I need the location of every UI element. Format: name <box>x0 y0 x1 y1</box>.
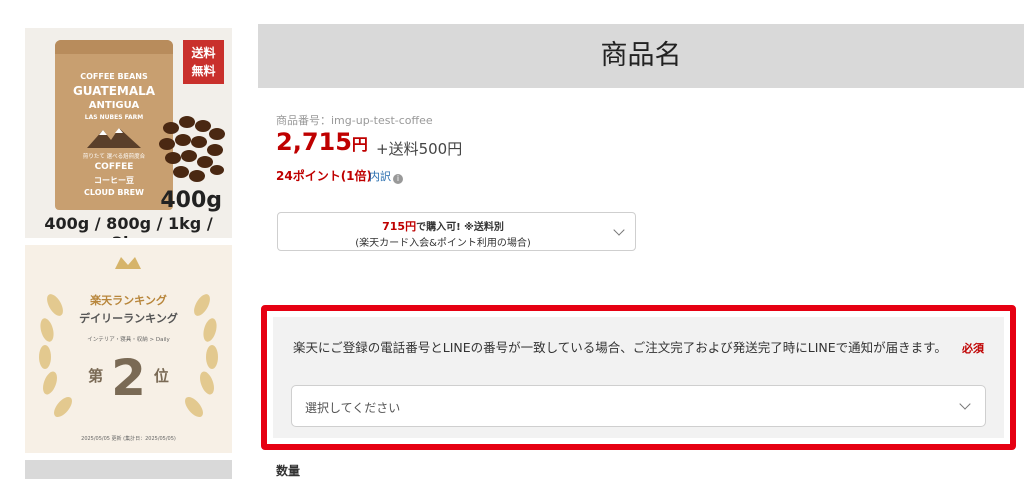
quantity-label: 数量 <box>276 464 301 478</box>
bag-label-line5: 煎りたて 選べる焙煎度合 <box>82 154 146 160</box>
ranking-title: 楽天ランキング <box>90 294 167 307</box>
line-notification-select[interactable]: 選択してください <box>291 385 986 427</box>
line-notification-question: 楽天にご登録の電話番号とLINEの番号が一致している場合、ご注文完了および発送完… <box>293 340 947 355</box>
option-panel: 楽天にご登録の電話番号とLINEの番号が一致している場合、ご注文完了および発送完… <box>273 317 1004 438</box>
price-unit: 円 <box>351 135 368 154</box>
bag-label-line6: COFFEE <box>94 162 134 172</box>
thumbnail-ranking[interactable]: 楽天ランキング デイリーランキング インテリア・寝具・収納 > Daily 第2… <box>25 245 232 453</box>
bag-label-line1: COFFEE BEANS <box>80 72 148 81</box>
chevron-down-icon <box>959 398 971 410</box>
bag-label-line2: GUATEMALA <box>72 84 156 98</box>
info-circle-icon: i <box>393 174 403 184</box>
card-offer-line1: 715円で購入可! ※送料別 <box>278 218 608 234</box>
points-label: 24ポイント(1倍) <box>276 169 373 183</box>
rank-prefix: 第 <box>88 367 104 385</box>
ranking-category: インテリア・寝具・収納 > Daily <box>87 337 170 343</box>
weight-options: 400g / 800g / 1kg / 2kg <box>44 214 213 238</box>
thumbnail-third[interactable] <box>25 460 232 479</box>
product-price: 2,715円 <box>276 128 368 156</box>
crown-icon <box>115 257 141 269</box>
mountain-icon <box>87 128 141 148</box>
points-breakdown-link[interactable]: 内訳 i <box>369 168 403 184</box>
required-badge: 必須 <box>962 342 984 355</box>
bag-label-line4: LAS NUBES FARM <box>84 114 144 121</box>
card-offer-line2: (楽天カード入会&ポイント利用の場合) <box>355 238 531 249</box>
bag-label-line8: CLOUD BREW <box>84 188 144 197</box>
ranking-date: 2025/05/05 更新 (集計日：2025/05/05) <box>81 436 176 442</box>
ranking-subtitle: デイリーランキング <box>79 312 178 325</box>
bag-label-line3: ANTIGUA <box>88 100 140 111</box>
product-sku: 商品番号：img-up-test-coffee <box>276 114 433 127</box>
breakdown-label: 内訳 <box>369 170 391 183</box>
product-name: 商品名 <box>600 40 682 71</box>
select-placeholder: 選択してください <box>305 401 401 415</box>
bag-label-line7: コーヒー豆 <box>94 176 134 185</box>
card-offer-dropdown[interactable]: 715円で購入可! ※送料別 (楽天カード入会&ポイント利用の場合) <box>277 212 636 251</box>
ranking-position: 第2位 <box>25 353 232 403</box>
badge-line2: 無料 <box>191 64 216 78</box>
thumbnail-coffee-bag[interactable]: COFFEE BEANS GUATEMALA ANTIGUA LAS NUBES… <box>25 28 232 238</box>
coffee-beans-icon <box>159 116 225 182</box>
coffee-bag-top <box>55 40 173 54</box>
free-shipping-badge: 送料 無料 <box>183 40 224 84</box>
rank-number: 2 <box>111 349 146 407</box>
weight-label: 400g <box>160 188 222 213</box>
card-offer-amount: 715円 <box>382 220 417 233</box>
badge-line1: 送料 <box>191 46 216 60</box>
card-offer-text: で購入可! ※送料別 <box>416 222 504 233</box>
chevron-down-icon <box>613 224 625 236</box>
product-name-banner: 商品名 <box>258 24 1024 88</box>
rank-suffix: 位 <box>153 367 169 385</box>
line-notification-option-box: 楽天にご登録の電話番号とLINEの番号が一致している場合、ご注文完了および発送完… <box>261 305 1016 450</box>
price-number: 2,715 <box>276 128 352 156</box>
shipping-fee: +送料500円 <box>376 140 463 158</box>
